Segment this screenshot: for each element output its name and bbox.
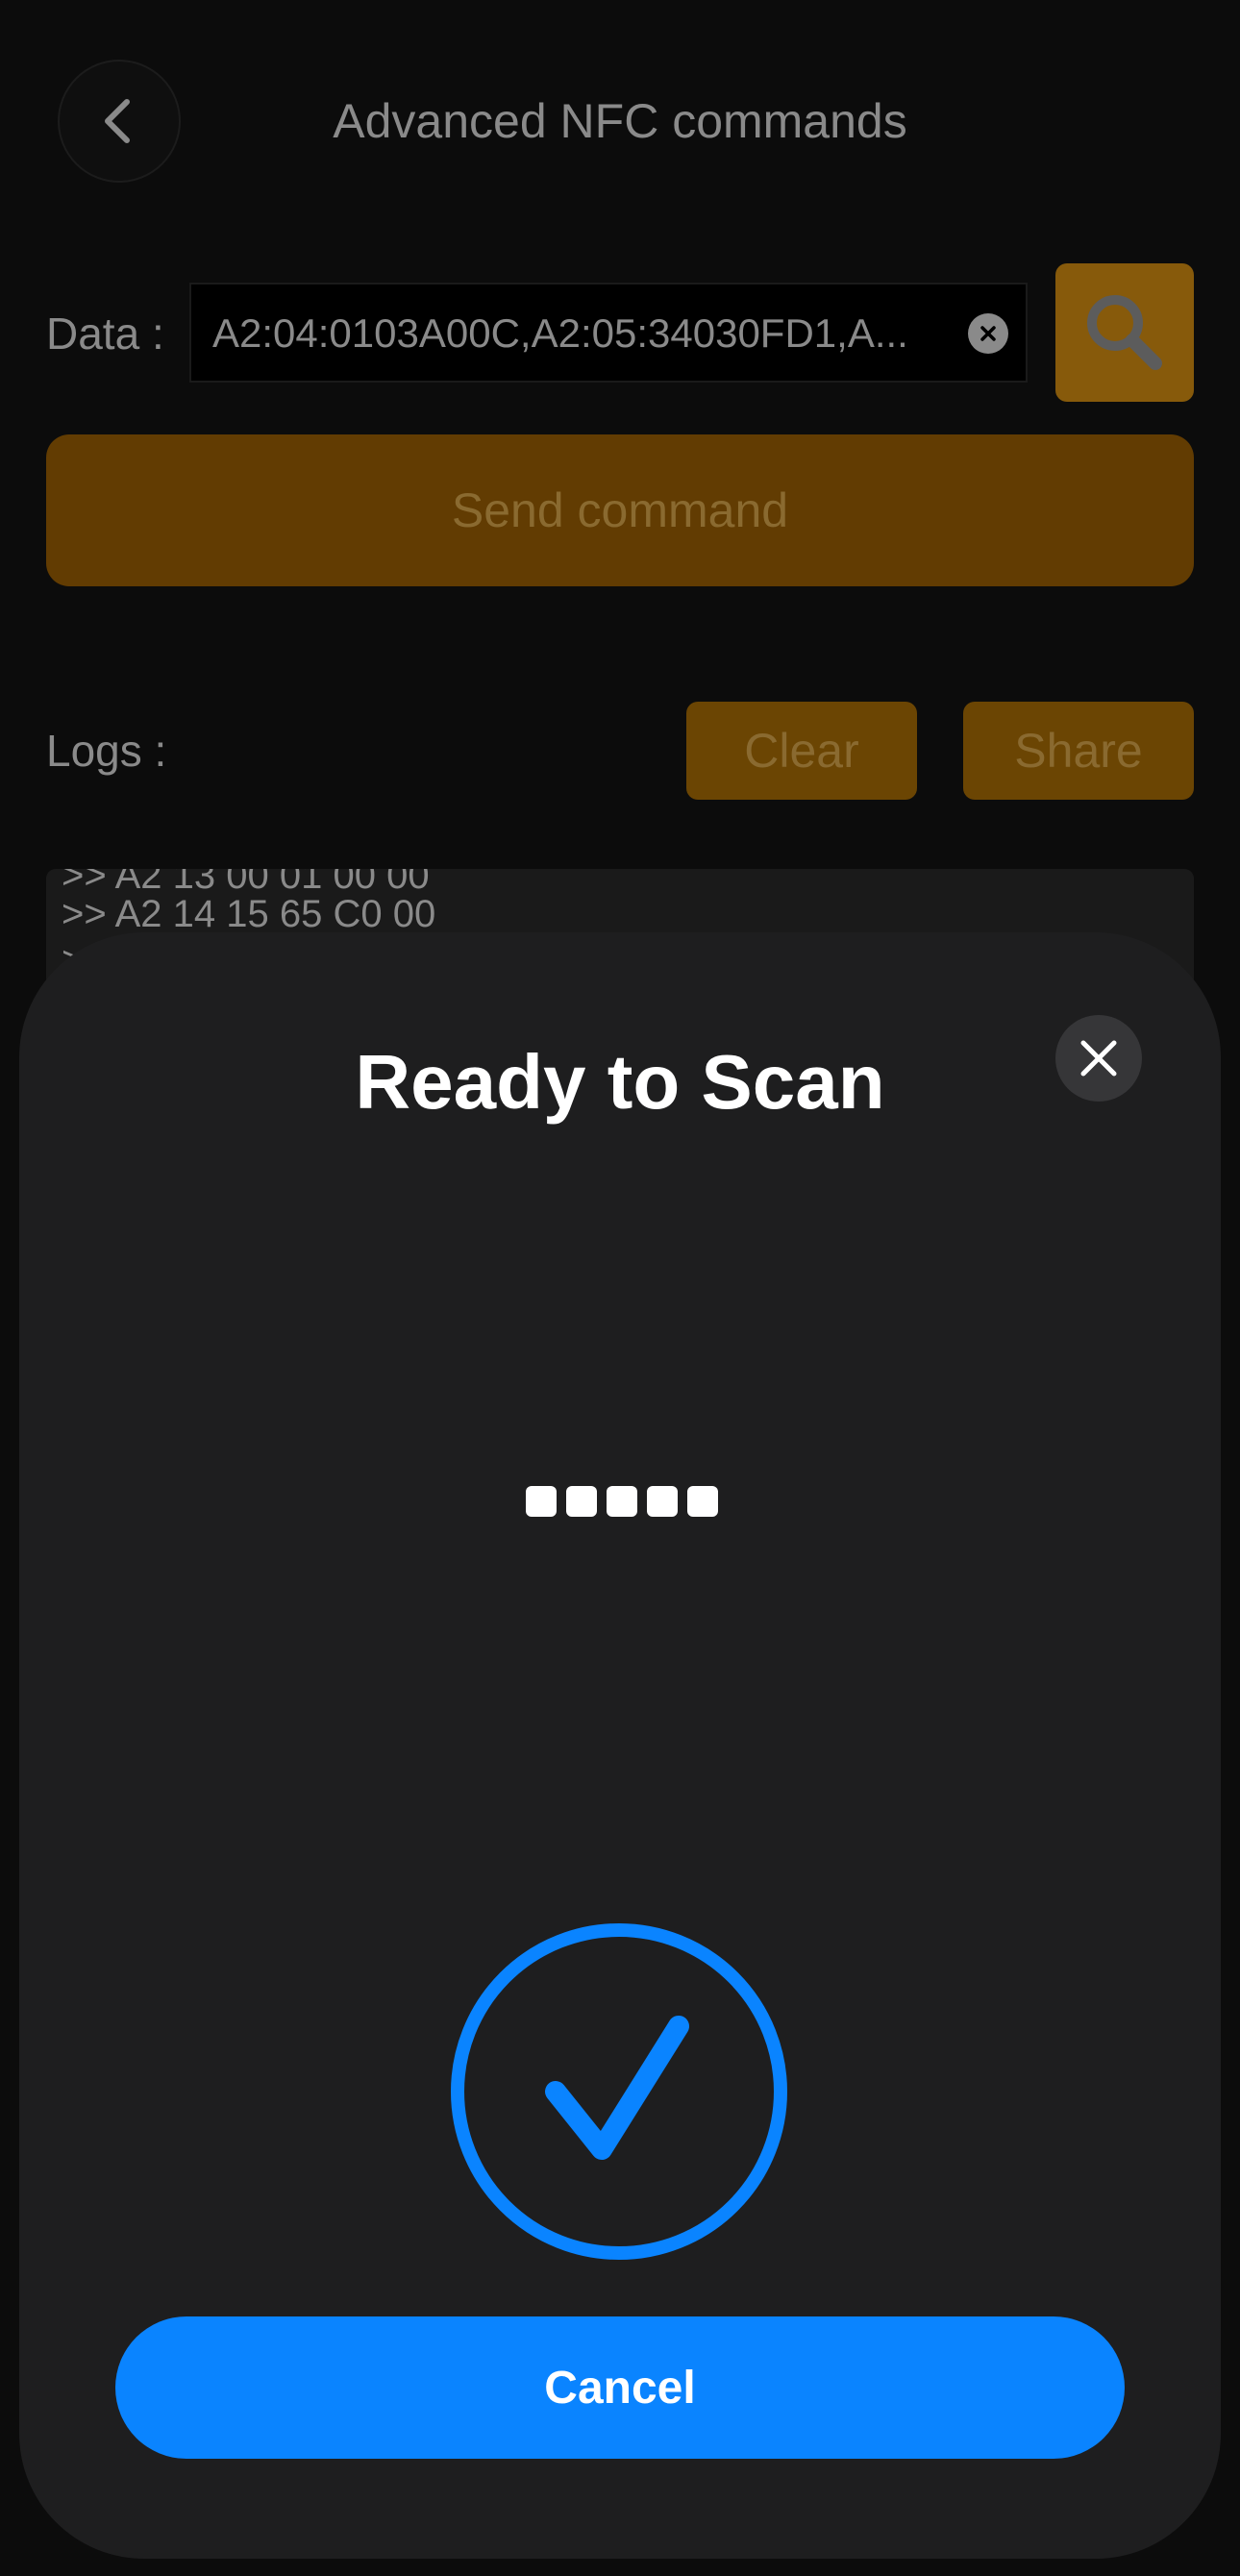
data-input-value: A2:04:0103A00C,A2:05:34030FD1,A... — [212, 310, 908, 356]
progress-dot — [526, 1486, 557, 1517]
progress-dot — [647, 1486, 678, 1517]
checkmark-circle-icon — [451, 1923, 787, 2260]
sheet-title: Ready to Scan — [355, 1039, 885, 1125]
success-indicator — [448, 1920, 790, 2263]
cancel-button[interactable]: Cancel — [115, 2316, 1125, 2459]
data-input[interactable]: A2:04:0103A00C,A2:05:34030FD1,A... — [189, 283, 1028, 383]
page-title: Advanced NFC commands — [333, 94, 907, 148]
clear-logs-button[interactable]: Clear — [686, 702, 917, 800]
share-logs-button[interactable]: Share — [963, 702, 1194, 800]
search-icon — [1087, 295, 1162, 370]
log-line: >> A2 14 15 65 C0 00 — [62, 893, 436, 935]
progress-dot — [566, 1486, 597, 1517]
clear-input-icon[interactable] — [968, 313, 1008, 354]
send-command-button[interactable]: Send command — [46, 434, 1194, 586]
search-button[interactable] — [1055, 263, 1194, 402]
close-icon — [1080, 1040, 1117, 1077]
progress-dot — [687, 1486, 718, 1517]
nfc-scan-sheet: Ready to Scan Cancel — [19, 932, 1221, 2559]
close-circle-icon — [980, 326, 996, 341]
sheet-close-button[interactable] — [1055, 1015, 1142, 1102]
progress-dots — [526, 1486, 718, 1517]
logs-label: Logs : — [46, 726, 167, 776]
data-label: Data : — [46, 309, 164, 359]
progress-dot — [607, 1486, 637, 1517]
screen: Advanced NFC commands Data : A2:04:0103A… — [0, 0, 1240, 2576]
